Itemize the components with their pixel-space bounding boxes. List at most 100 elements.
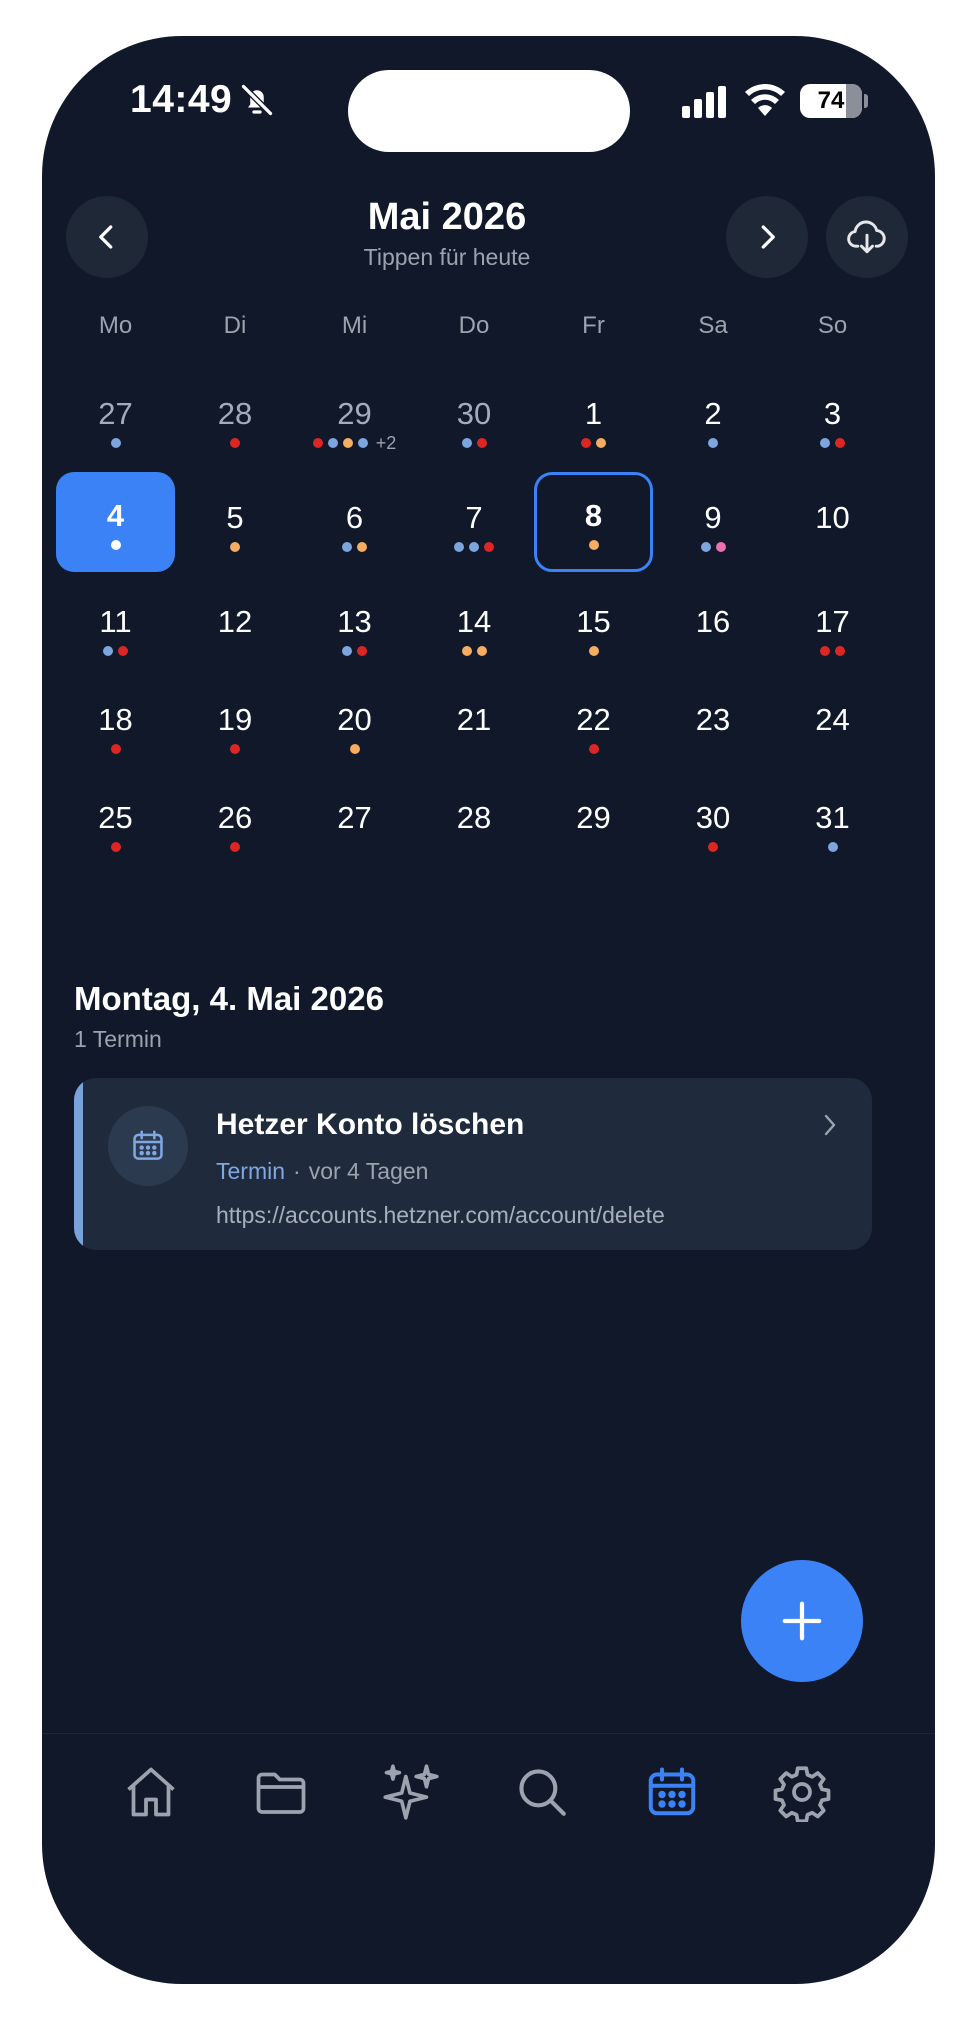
calendar-day[interactable]: 21 [415, 676, 534, 776]
calendar-day[interactable]: 24 [773, 676, 892, 776]
event-dot [715, 542, 726, 552]
day-number: 30 [695, 800, 731, 835]
day-number: 11 [99, 604, 132, 639]
calendar-day[interactable]: 27 [295, 774, 414, 874]
phone-screen: 14:49 74 Mai 2026 Tippen für heute Mo Di… [42, 36, 935, 1984]
calendar-day[interactable]: 10 [773, 474, 892, 574]
event-dot [476, 646, 487, 656]
calendar-day[interactable]: 30 [654, 774, 773, 874]
event-dot [110, 842, 121, 852]
calendar-day-selected[interactable]: 4 [56, 472, 175, 572]
calendar-day-today[interactable]: 8 [534, 472, 653, 572]
tab-calendar[interactable] [636, 1756, 708, 1828]
tab-ai[interactable] [375, 1756, 447, 1828]
sparkles-icon [383, 1764, 439, 1820]
calendar-day[interactable]: 12 [176, 578, 295, 678]
calendar-day[interactable]: 3 [773, 370, 892, 470]
event-card[interactable]: Hetzer Konto löschen Termin · vor 4 Tagen … [74, 1078, 872, 1250]
calendar-day[interactable]: 31 [773, 774, 892, 874]
day-number: 22 [576, 702, 611, 737]
event-dots [295, 744, 414, 754]
event-dot [700, 542, 711, 552]
cloud-download-button[interactable] [826, 196, 908, 278]
event-dot [230, 744, 240, 754]
tab-home[interactable] [115, 1756, 187, 1828]
calendar-day[interactable]: 29 [534, 774, 653, 874]
calendar-day[interactable]: 17 [773, 578, 892, 678]
calendar-day[interactable]: 6 [295, 474, 414, 574]
day-number: 14 [456, 604, 492, 639]
day-number: 8 [584, 498, 603, 533]
event-dot [327, 438, 338, 448]
event-dots [534, 438, 653, 448]
event-dot [118, 646, 128, 656]
event-dots [56, 438, 175, 448]
day-number: 25 [98, 800, 133, 835]
event-dot [588, 646, 599, 656]
day-number: 9 [704, 500, 722, 535]
calendar-day[interactable]: 20 [295, 676, 414, 776]
calendar-day[interactable]: 15 [534, 578, 653, 678]
calendar-day[interactable]: 5 [176, 474, 295, 574]
event-dots [537, 540, 650, 550]
event-dot [110, 438, 121, 448]
calendar-day[interactable]: 2 [654, 370, 773, 470]
tab-folders[interactable] [245, 1756, 317, 1828]
status-time: 14:49 [130, 78, 233, 121]
event-dot [588, 540, 599, 550]
day-number: 5 [226, 500, 244, 535]
calendar-day[interactable]: 22 [534, 676, 653, 776]
calendar-day[interactable]: 28 [176, 370, 295, 470]
next-month-button[interactable] [726, 196, 808, 278]
weekday-label: Fr [582, 312, 605, 339]
calendar-day[interactable]: 25 [56, 774, 175, 874]
event-dots [56, 744, 175, 754]
plus-icon [782, 1601, 822, 1641]
calendar-day[interactable]: 14 [415, 578, 534, 678]
calendar-day[interactable]: 16 [654, 578, 773, 678]
event-dot [312, 438, 323, 448]
calendar-day[interactable]: 30 [415, 370, 534, 470]
event-dots [654, 842, 773, 852]
calendar-day[interactable]: 27 [56, 370, 175, 470]
event-color-bar [74, 1078, 83, 1250]
event-dots [56, 646, 175, 656]
calendar-day[interactable]: 29 +2 [295, 370, 414, 470]
tab-search[interactable] [506, 1756, 578, 1828]
event-dot [110, 744, 121, 754]
event-dots [295, 646, 414, 656]
event-dot [820, 646, 830, 656]
calendar-day[interactable]: 23 [654, 676, 773, 776]
calendar-day[interactable]: 19 [176, 676, 295, 776]
calendar-day[interactable]: 13 [295, 578, 414, 678]
calendar-day[interactable]: 26 [176, 774, 295, 874]
day-number: 7 [465, 500, 483, 535]
day-number: 24 [815, 702, 850, 737]
folder-icon [256, 1772, 306, 1814]
calendar-day[interactable]: 7 [415, 474, 534, 574]
event-dot [827, 842, 838, 852]
day-number: 15 [576, 604, 611, 639]
weekday-label: Mo [98, 312, 133, 339]
calendar-day[interactable]: 1 [534, 370, 653, 470]
day-number: 10 [815, 500, 850, 535]
day-number: 26 [217, 800, 253, 835]
event-type-label: Termin [216, 1158, 286, 1184]
event-dot [454, 542, 464, 552]
calendar-day[interactable]: 18 [56, 676, 175, 776]
day-number: 28 [456, 800, 492, 835]
day-number: 28 [217, 396, 253, 431]
event-url: https://accounts.hetzner.com/account/del… [216, 1202, 665, 1228]
calendar-day[interactable]: 9 [654, 474, 773, 574]
calendar-day[interactable]: 28 [415, 774, 534, 874]
tab-settings[interactable] [766, 1756, 838, 1828]
event-dots [654, 542, 773, 552]
day-number: 20 [337, 702, 372, 737]
calendar-day[interactable]: 11 [56, 578, 175, 678]
day-number: 3 [823, 396, 842, 431]
event-dot [820, 438, 830, 448]
battery-level: 74 [817, 87, 845, 114]
event-dot [484, 542, 494, 552]
add-event-button[interactable] [741, 1560, 863, 1682]
event-dots: +2 [295, 434, 414, 452]
